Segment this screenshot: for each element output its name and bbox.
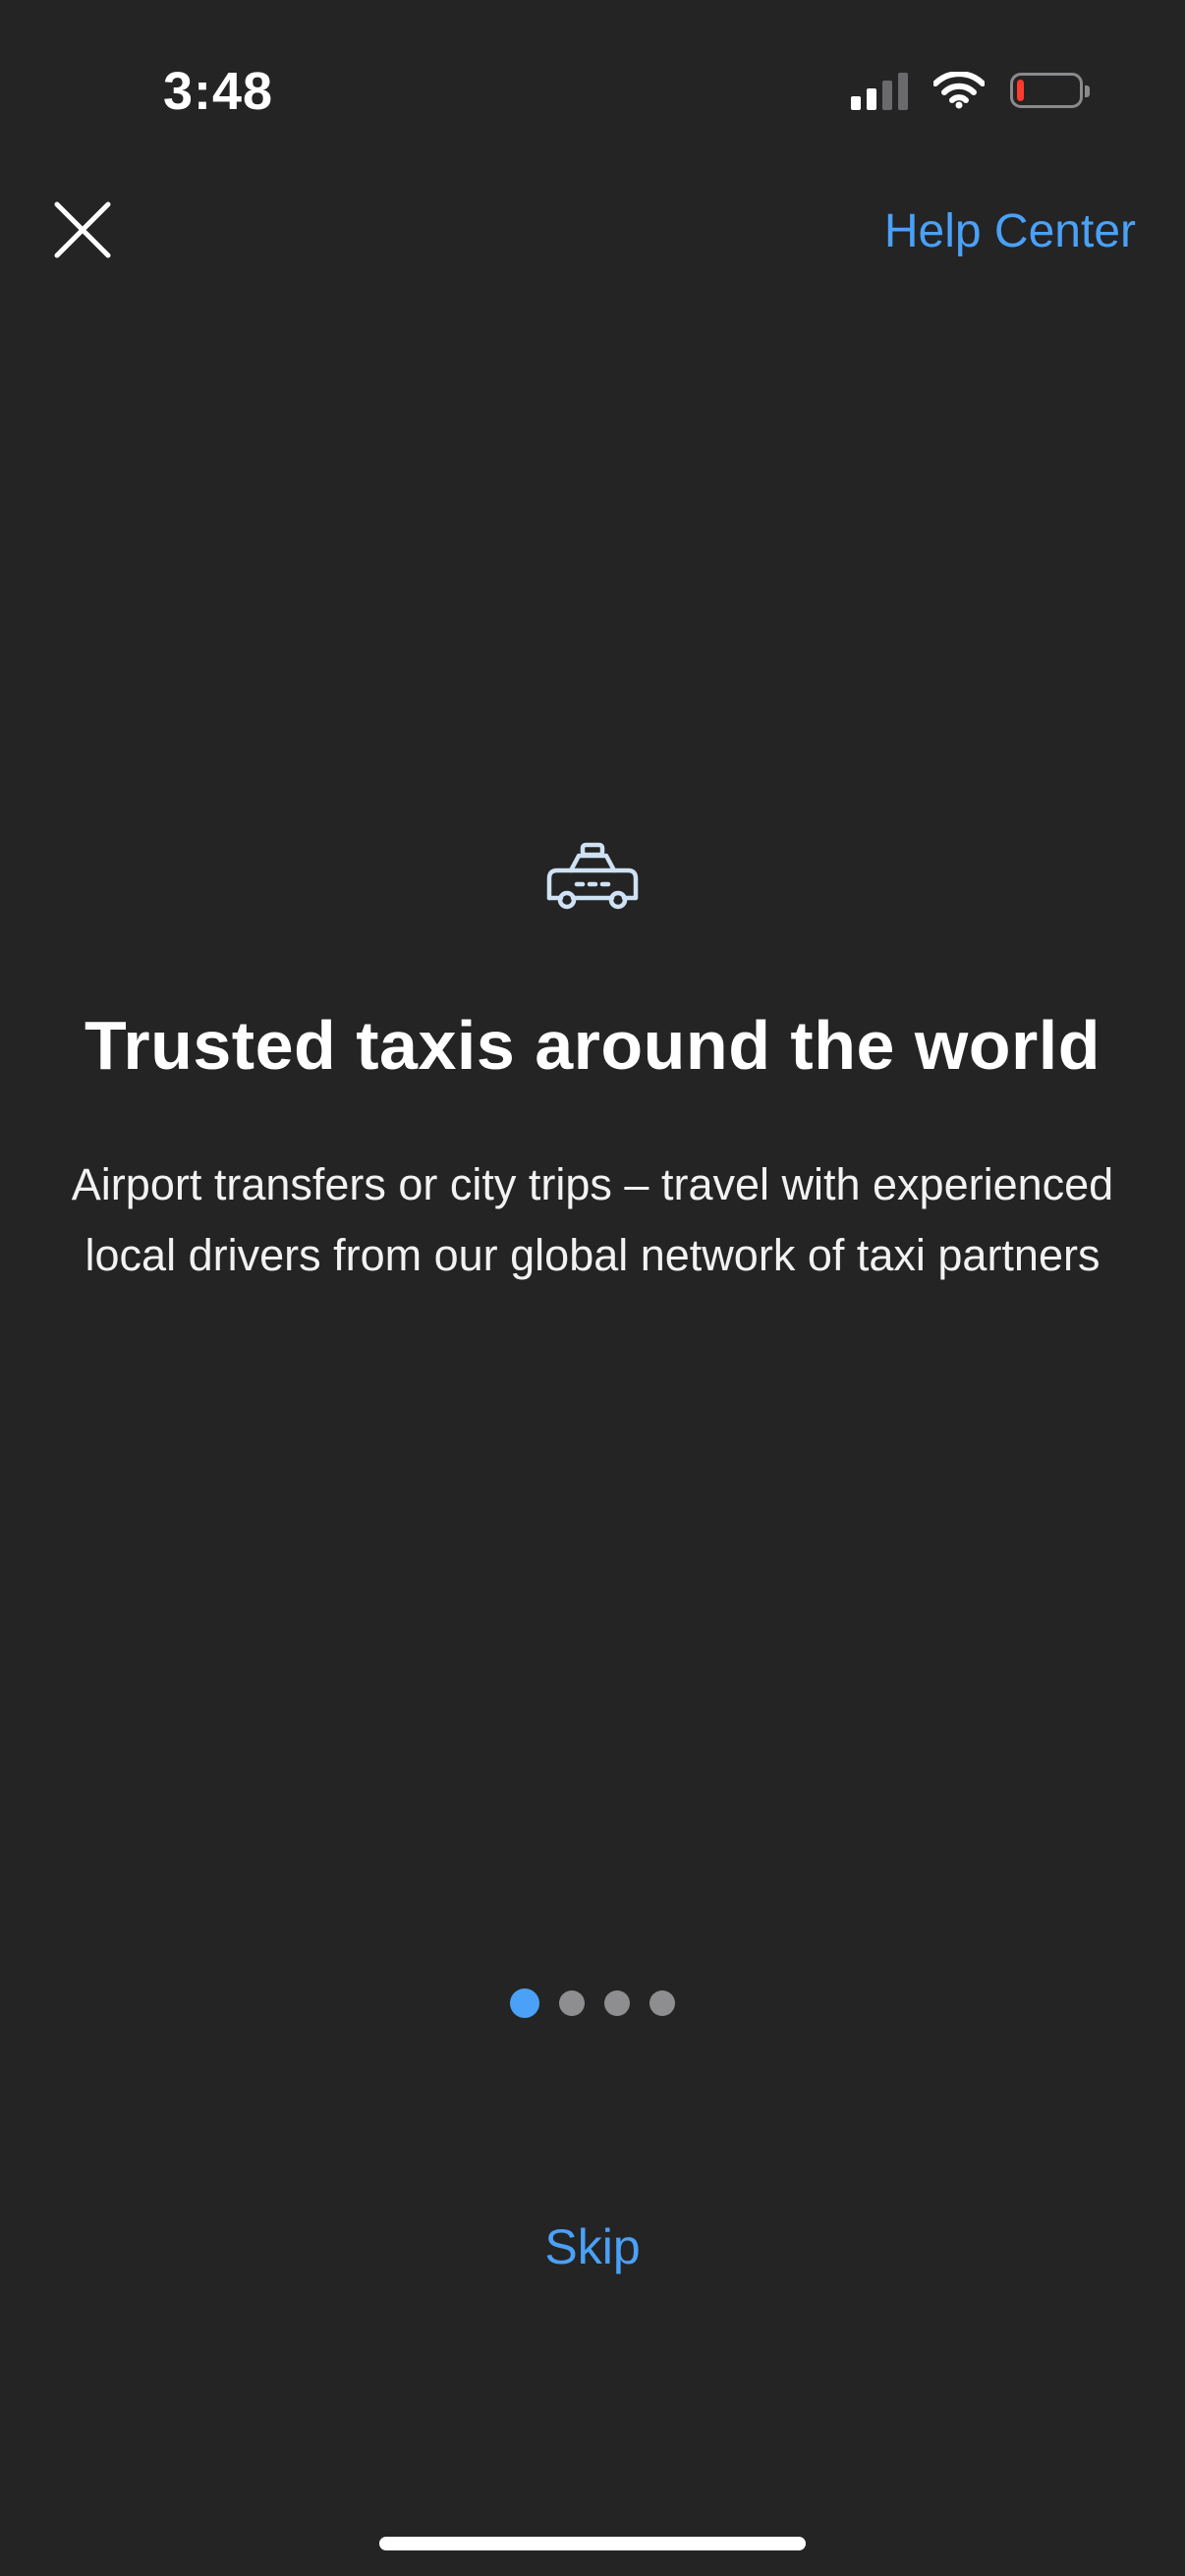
page-dot[interactable]	[510, 1988, 539, 2018]
close-button[interactable]	[49, 196, 116, 263]
page-indicator	[0, 1988, 1185, 2018]
battery-icon	[1010, 73, 1090, 108]
page-dot[interactable]	[604, 1990, 630, 2016]
status-icons	[851, 71, 1090, 110]
skip-button[interactable]: Skip	[0, 2218, 1185, 2275]
close-icon	[54, 201, 111, 258]
status-time: 3:48	[163, 62, 274, 121]
cellular-signal-icon	[851, 71, 908, 110]
onboarding-title: Trusted taxis around the world	[84, 1007, 1101, 1084]
onboarding-description: Airport transfers or city trips – travel…	[71, 1159, 1114, 1280]
home-indicator	[379, 2537, 806, 2550]
page-dot[interactable]	[559, 1990, 585, 2016]
onboarding-screen: 3:48 Help Center Trusted taxis around th…	[0, 0, 1185, 2576]
page-dot[interactable]	[649, 1990, 675, 2016]
help-center-link[interactable]: Help Center	[884, 204, 1136, 258]
battery-level	[1017, 80, 1024, 101]
wifi-icon	[933, 72, 985, 109]
taxi-icon	[546, 842, 639, 910]
